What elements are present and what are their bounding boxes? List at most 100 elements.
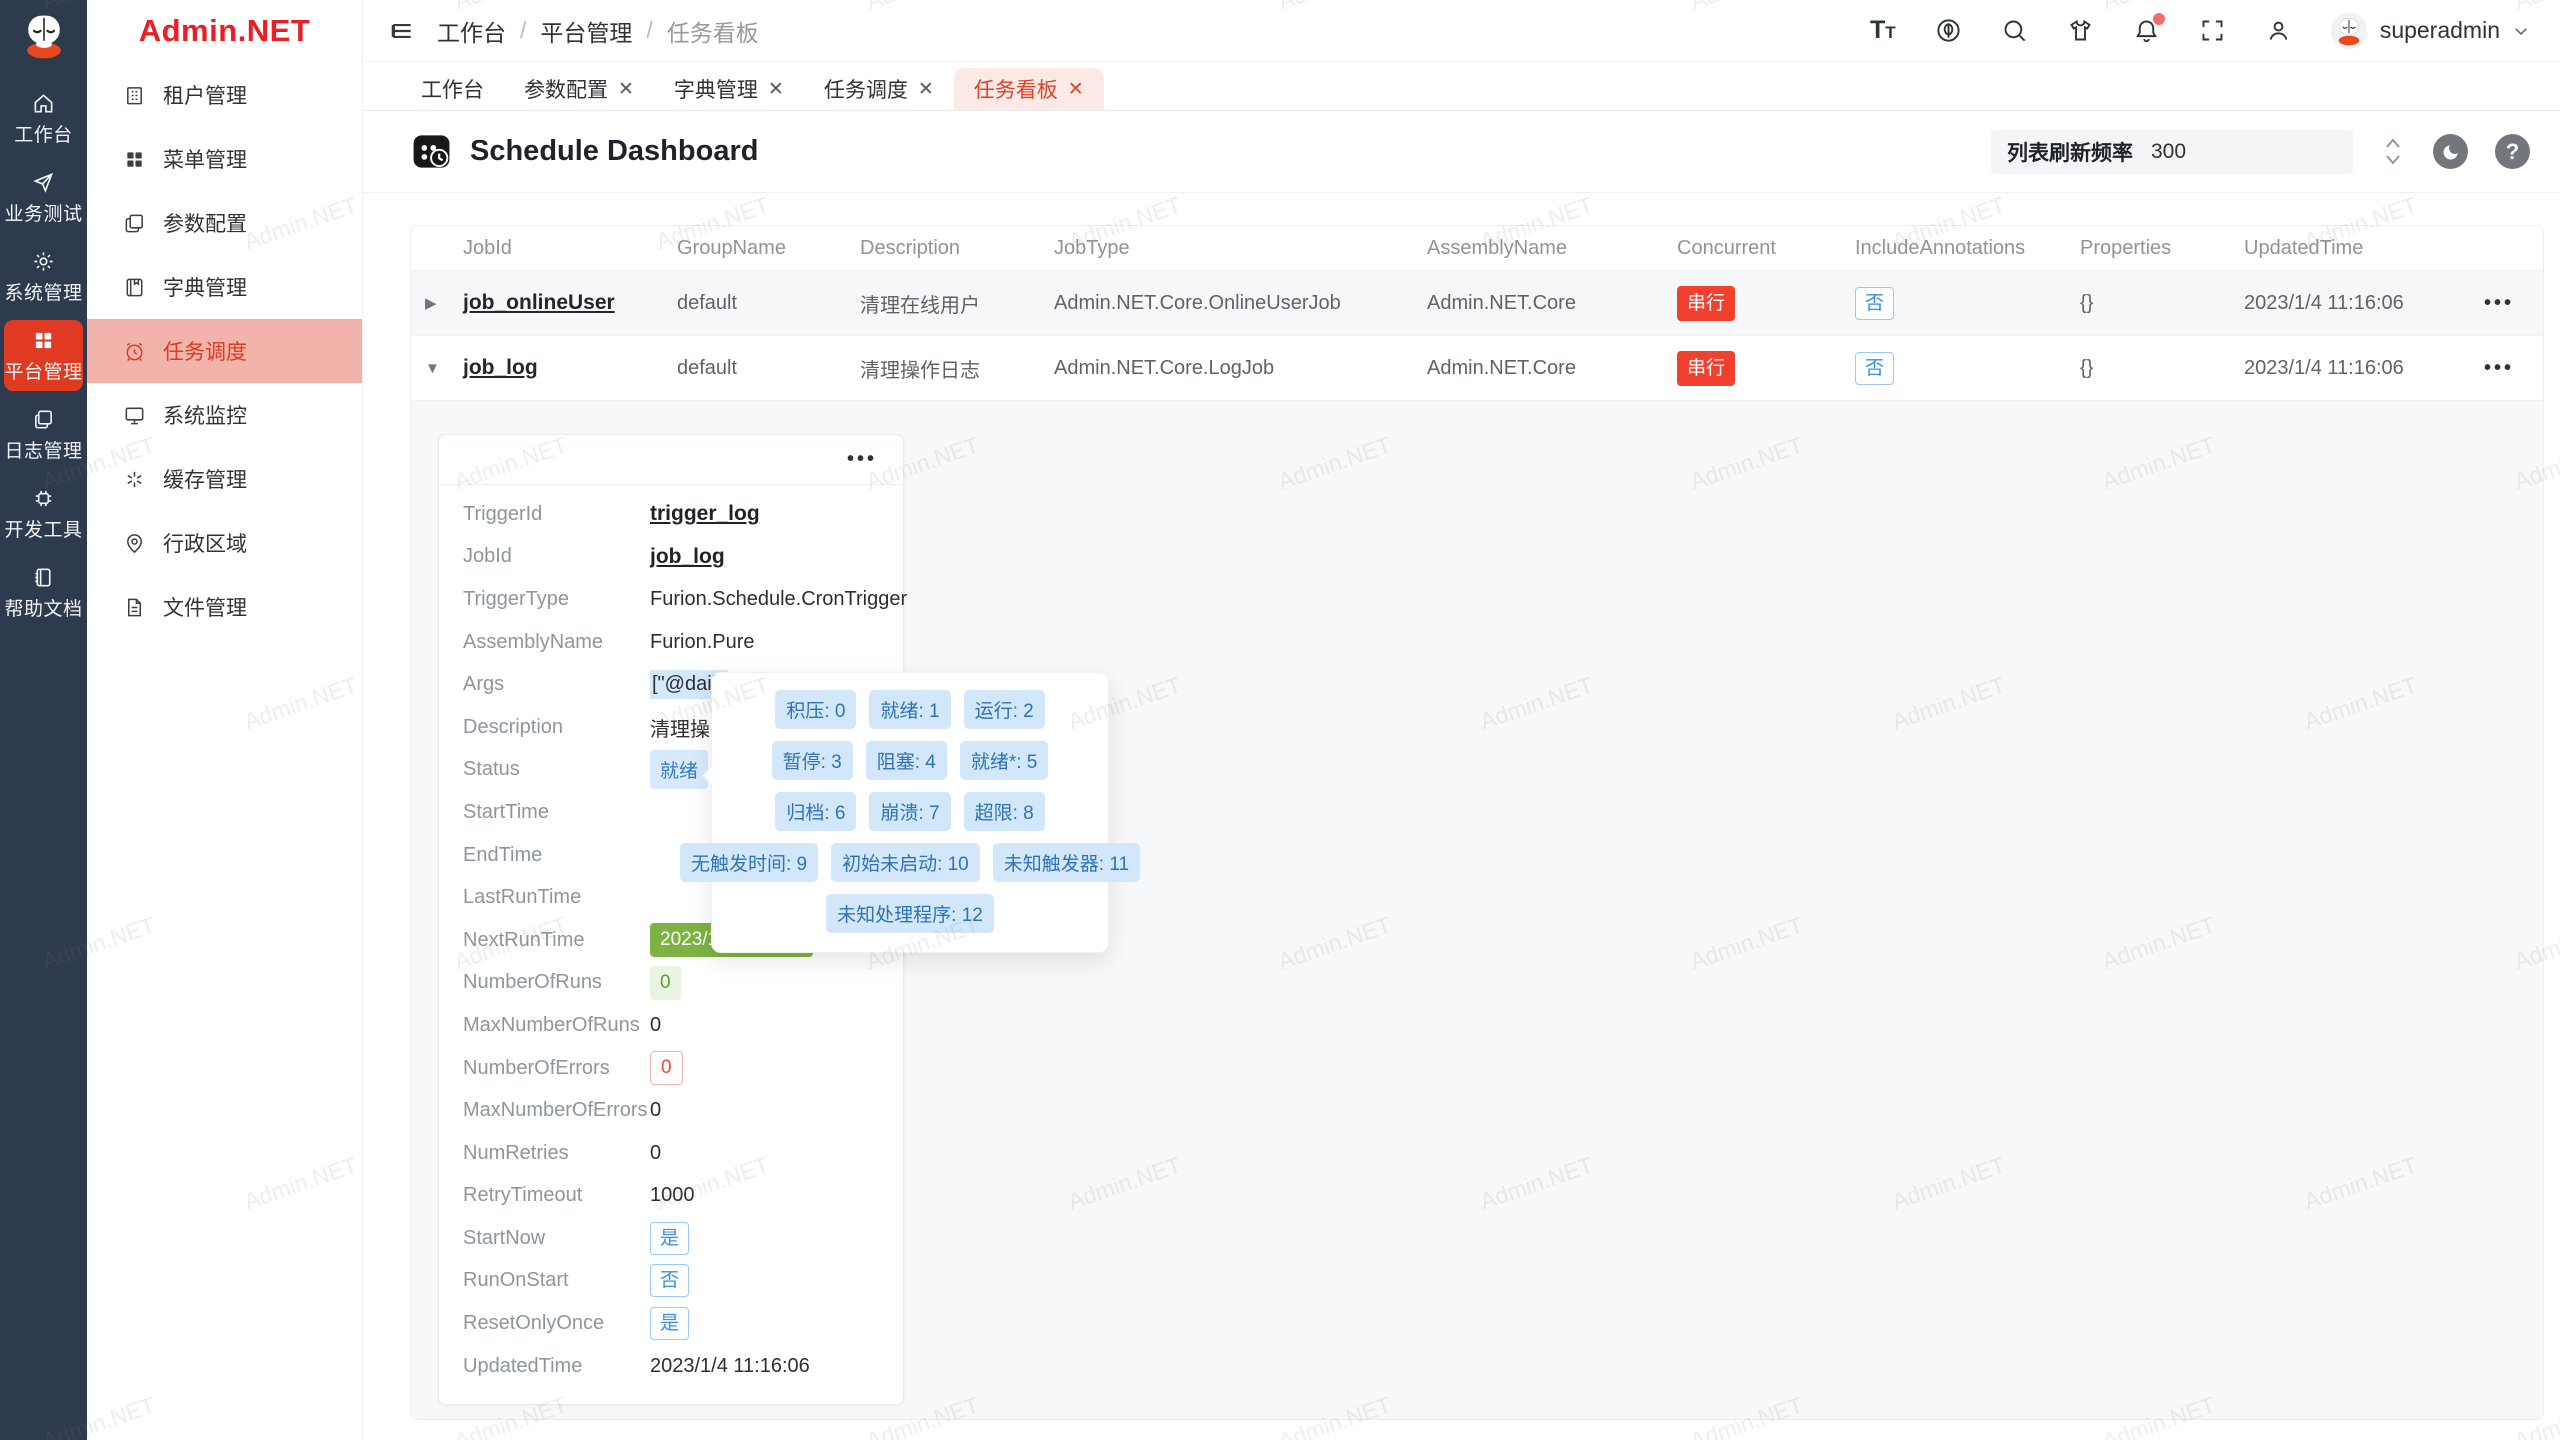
- breadcrumb-item[interactable]: 工作台: [437, 14, 506, 48]
- font-size-button[interactable]: TT: [1868, 16, 1898, 46]
- rail-item-label: 日志管理: [4, 436, 82, 463]
- breadcrumb-item[interactable]: 平台管理: [540, 14, 632, 48]
- sidebar-fold-button[interactable]: [389, 18, 415, 44]
- rail-item-devtools[interactable]: 开发工具: [4, 478, 83, 549]
- user-menu[interactable]: superadmin: [2330, 12, 2530, 50]
- rail-item-biz-test[interactable]: 业务测试: [4, 162, 83, 233]
- rail-item-label: 业务测试: [4, 199, 82, 226]
- sidebar-item-files[interactable]: 文件管理: [87, 575, 362, 639]
- field-label: AssemblyName: [463, 631, 650, 654]
- sidebar-item-task-schedule[interactable]: 任务调度: [87, 319, 362, 383]
- field-label: StartTime: [463, 801, 650, 824]
- stepper-up-icon[interactable]: [2386, 139, 2400, 148]
- field-label: TriggerType: [463, 588, 650, 611]
- sidebar-item-menu[interactable]: 菜单管理: [87, 127, 362, 191]
- include-annotations-tag: 否: [1855, 287, 1894, 320]
- sidebar-item-label: 菜单管理: [163, 144, 247, 174]
- tab-close-icon[interactable]: ✕: [768, 78, 784, 101]
- table-row: ▶ job_onlineUser default 清理在线用户 Admin.NE…: [411, 271, 2543, 336]
- brand[interactable]: Admin.NET: [87, 0, 362, 62]
- field-label: NumberOfRuns: [463, 971, 650, 994]
- stepper-down-icon[interactable]: [2386, 155, 2400, 164]
- number-of-runs-tag: 0: [650, 966, 681, 1000]
- tab-close-icon[interactable]: ✕: [618, 78, 634, 101]
- rail-item-logs[interactable]: 日志管理: [4, 399, 83, 470]
- job-id-link[interactable]: job_onlineUser: [463, 291, 677, 315]
- sidebar-item-monitor[interactable]: 系统监控: [87, 383, 362, 447]
- rail-item-help-docs[interactable]: 帮助文档: [4, 557, 83, 628]
- timer-toggle-button[interactable]: [2433, 134, 2468, 169]
- expand-row-icon[interactable]: ▶: [425, 294, 463, 312]
- table-header-row: JobId GroupName Description JobType Asse…: [411, 226, 2543, 271]
- sidebar-item-dict[interactable]: 字典管理: [87, 255, 362, 319]
- cell-updated-time: 2023/1/4 11:16:06: [2244, 292, 2484, 315]
- cell-description: 清理操作日志: [860, 354, 1054, 383]
- help-button[interactable]: ?: [2495, 134, 2530, 169]
- trigger-id-link[interactable]: trigger_log: [650, 502, 760, 526]
- send-icon: [32, 171, 55, 194]
- field-label: LastRunTime: [463, 886, 650, 909]
- refresh-rate-stepper: [2380, 130, 2406, 174]
- collapse-row-icon[interactable]: ▼: [425, 360, 463, 377]
- job-id-link[interactable]: job_log: [463, 356, 677, 380]
- theme-skin-button[interactable]: [2066, 16, 2096, 46]
- more-actions-button[interactable]: •••: [847, 448, 877, 471]
- field-label: RunOnStart: [463, 1269, 650, 1292]
- sidebar-item-cache[interactable]: 缓存管理: [87, 447, 362, 511]
- tab-label: 任务看板: [974, 74, 1058, 104]
- fullscreen-button[interactable]: [2198, 16, 2228, 46]
- column-header: Description: [860, 237, 1054, 260]
- notifications-button[interactable]: [2132, 16, 2162, 46]
- tab-dict[interactable]: 字典管理✕: [654, 68, 804, 110]
- rail-item-workbench[interactable]: 工作台: [4, 83, 83, 154]
- status-legend-tooltip: 积压: 0 就绪: 1 运行: 2 暂停: 3 阻塞: 4 就绪*: 5 归档:…: [711, 672, 1109, 953]
- schedule-dashboard-icon: [410, 130, 453, 173]
- sidebar-item-label: 租户管理: [163, 80, 247, 110]
- rail-item-platform[interactable]: 平台管理: [4, 320, 83, 391]
- tab-close-icon[interactable]: ✕: [918, 78, 934, 101]
- tab-task-board[interactable]: 任务看板 ✕: [954, 68, 1104, 110]
- monitor-icon: [123, 404, 146, 427]
- font-size-icon: TT: [1870, 16, 1896, 45]
- tab-label: 任务调度: [824, 74, 908, 104]
- start-now-tag: 是: [650, 1222, 689, 1255]
- column-header: Concurrent: [1677, 237, 1855, 260]
- status-tag[interactable]: 就绪: [650, 750, 708, 789]
- job-id-link[interactable]: job_log: [650, 545, 725, 569]
- concurrent-tag: 串行: [1677, 351, 1735, 386]
- tab-workbench[interactable]: 工作台: [401, 68, 504, 110]
- app-logo[interactable]: [17, 10, 71, 69]
- location-icon: [123, 532, 146, 555]
- page-title: Schedule Dashboard: [470, 135, 758, 168]
- sidebar-item-label: 文件管理: [163, 592, 247, 622]
- sidebar-item-label: 行政区域: [163, 528, 247, 558]
- tab-config[interactable]: 参数配置✕: [504, 68, 654, 110]
- field-label: NextRunTime: [463, 929, 650, 952]
- row-actions-button[interactable]: •••: [2484, 357, 2529, 380]
- breadcrumb-item-current: 任务看板: [667, 14, 759, 48]
- cell-jobtype: Admin.NET.Core.LogJob: [1054, 357, 1427, 380]
- include-annotations-tag: 否: [1855, 352, 1894, 385]
- row-actions-button[interactable]: •••: [2484, 292, 2529, 315]
- field-label: MaxNumberOfRuns: [463, 1014, 650, 1037]
- column-header: UpdatedTime: [2244, 237, 2484, 260]
- sidebar-item-tenant[interactable]: 租户管理: [87, 63, 362, 127]
- field-label: Description: [463, 716, 650, 739]
- question-mark-icon: ?: [2506, 139, 2519, 165]
- refresh-rate-input[interactable]: 列表刷新频率 300: [1991, 130, 2353, 174]
- sidebar-item-config[interactable]: 参数配置: [87, 191, 362, 255]
- column-header: JobId: [463, 237, 677, 260]
- tab-task-schedule[interactable]: 任务调度 ✕: [804, 68, 954, 110]
- tab-close-icon[interactable]: ✕: [1068, 78, 1084, 101]
- search-button[interactable]: [2000, 16, 2030, 46]
- sidebar-item-label: 系统监控: [163, 400, 247, 430]
- profile-button[interactable]: [2264, 16, 2294, 46]
- top-navbar: 工作台 / 平台管理 / 任务看板 TT: [363, 0, 2560, 62]
- sidebar-item-label: 任务调度: [163, 336, 247, 366]
- rail-item-system[interactable]: 系统管理: [4, 241, 83, 312]
- trigger-detail-card: ••• TriggerIdtrigger_log JobIdjob_log Tr…: [438, 434, 904, 1405]
- field-label: StartNow: [463, 1227, 650, 1250]
- language-button[interactable]: [1934, 16, 1964, 46]
- sidebar-item-region[interactable]: 行政区域: [87, 511, 362, 575]
- cell-jobtype: Admin.NET.Core.OnlineUserJob: [1054, 292, 1427, 315]
